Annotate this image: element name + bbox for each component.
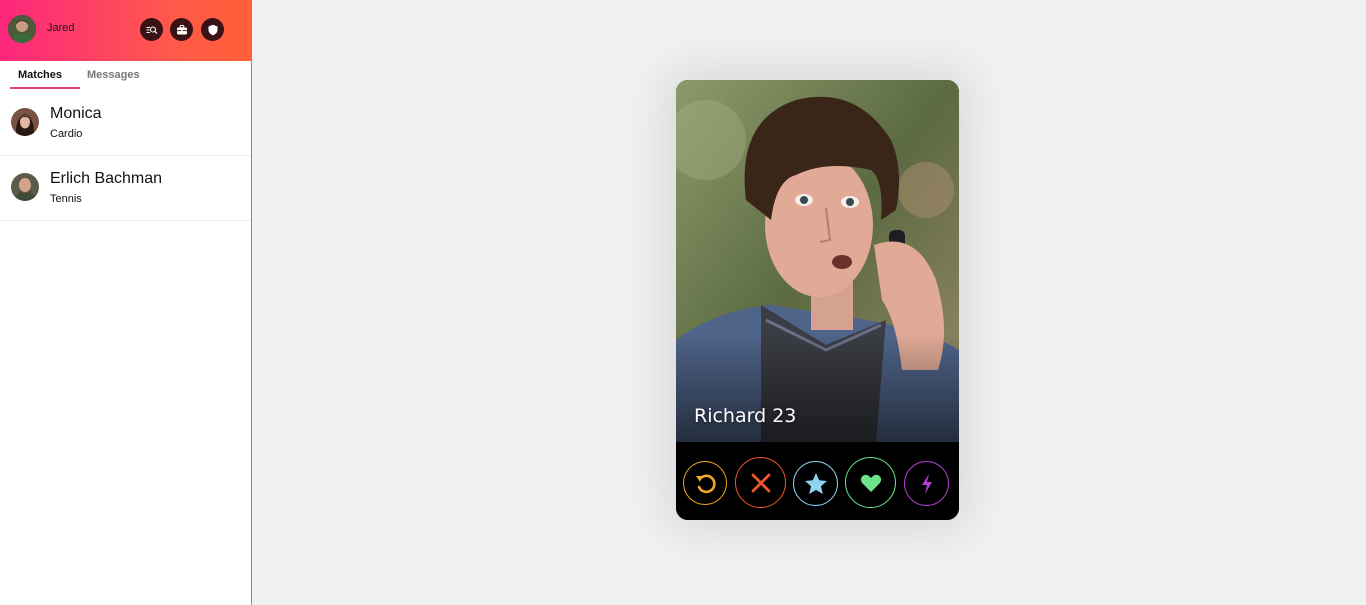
match-name: Monica bbox=[50, 105, 102, 122]
match-item-erlich[interactable]: Erlich Bachman Tennis bbox=[0, 156, 251, 221]
avatar bbox=[11, 173, 39, 201]
tab-messages[interactable]: Messages bbox=[87, 69, 140, 81]
nope-button[interactable] bbox=[735, 457, 786, 508]
sidebar: Jared Matches Messages Monica Cardio Erl… bbox=[0, 0, 252, 605]
match-item-monica[interactable]: Monica Cardio bbox=[0, 91, 251, 156]
briefcase-icon bbox=[176, 24, 187, 34]
search-people-icon bbox=[146, 25, 157, 34]
boost-button[interactable] bbox=[904, 461, 949, 506]
super-like-button[interactable] bbox=[793, 461, 838, 506]
safety-button[interactable] bbox=[201, 18, 224, 41]
sidebar-tabs: Matches Messages bbox=[0, 61, 251, 91]
rewind-icon bbox=[696, 474, 716, 494]
profile-card[interactable]: Richard 23 bbox=[676, 80, 959, 520]
match-activity: Tennis bbox=[50, 193, 82, 205]
briefcase-button[interactable] bbox=[170, 18, 193, 41]
user-avatar[interactable] bbox=[8, 15, 36, 43]
tab-underline bbox=[10, 87, 80, 89]
like-button[interactable] bbox=[845, 457, 896, 508]
avatar bbox=[11, 108, 39, 136]
boost-icon bbox=[921, 473, 932, 494]
profile-photo bbox=[676, 80, 959, 442]
nope-icon bbox=[751, 473, 770, 492]
match-name: Erlich Bachman bbox=[50, 170, 163, 187]
rewind-button[interactable] bbox=[683, 461, 727, 505]
search-people-button[interactable] bbox=[140, 18, 163, 41]
tab-matches[interactable]: Matches bbox=[18, 69, 62, 81]
profile-name-age: Richard 23 bbox=[694, 405, 797, 427]
shield-icon bbox=[208, 24, 217, 35]
like-icon bbox=[860, 474, 881, 492]
action-bar bbox=[676, 442, 959, 520]
sidebar-header: Jared bbox=[0, 0, 251, 61]
super-like-icon bbox=[804, 472, 827, 494]
user-name: Jared bbox=[47, 22, 75, 34]
match-activity: Cardio bbox=[50, 128, 83, 140]
